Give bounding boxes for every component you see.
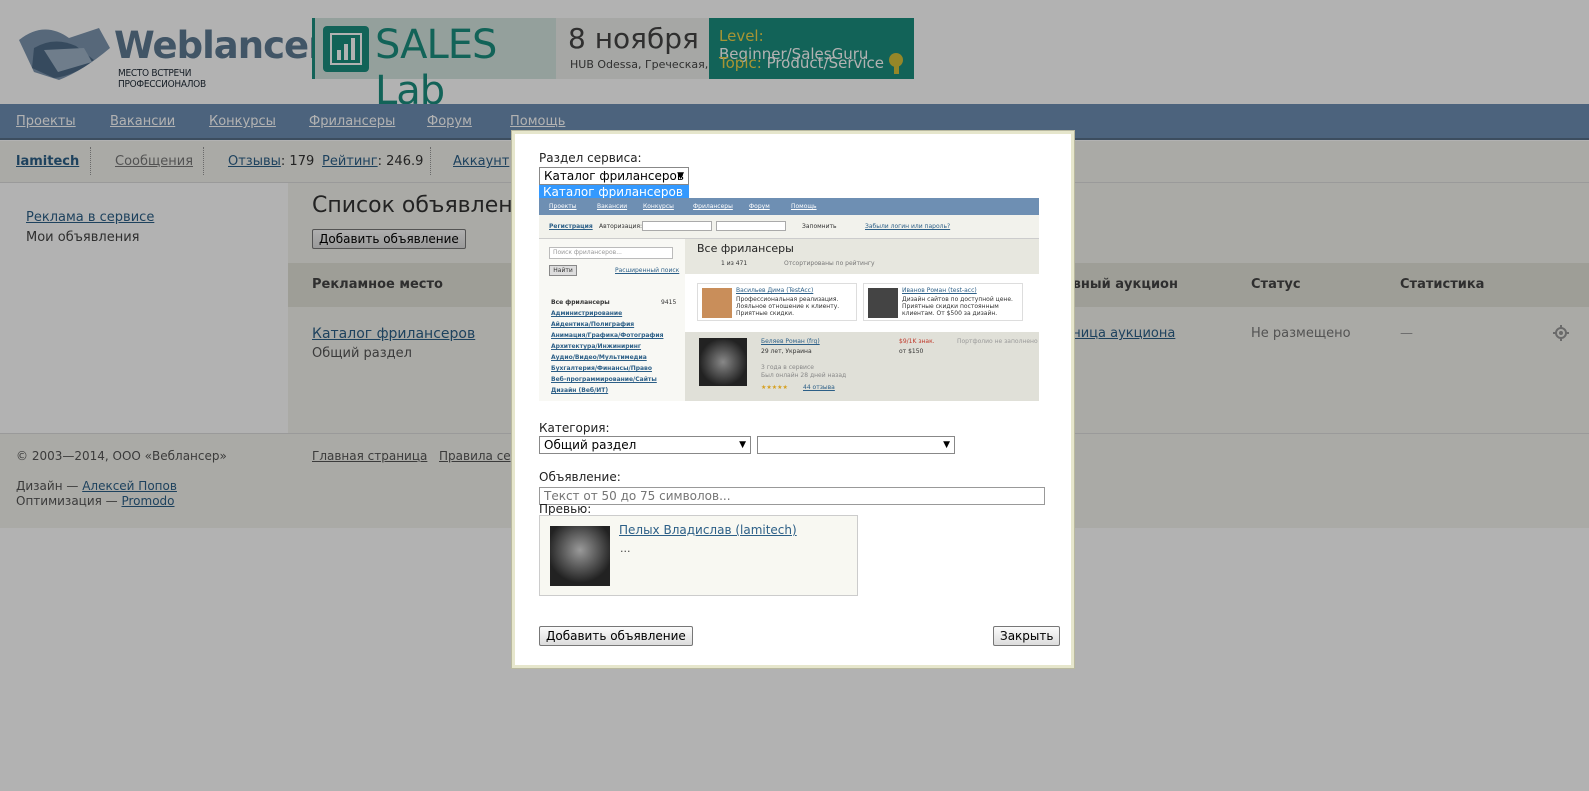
section-select[interactable]: Каталог фрилансеров ▼: [539, 167, 689, 185]
ad-text-input[interactable]: [539, 487, 1045, 505]
ad-label: Объявление:: [539, 470, 621, 484]
illustration-login-box: [642, 221, 712, 231]
illustration-avatar: [868, 288, 898, 318]
close-button[interactable]: Закрыть: [993, 626, 1061, 646]
illustration-card-name: Иванов Роман (test-acc): [902, 287, 977, 294]
illustration-card: Васильев Дима (TestAcc) Профессиональная…: [697, 283, 857, 321]
illustration-row-name: Беляев Роман (frg): [761, 338, 820, 345]
illustration-row-reviews: 44 отзыва: [803, 384, 835, 391]
illustration-nav-item: Конкурсы: [643, 203, 674, 210]
illustration-card-text: Дизайн сайтов по доступной цене. Приятны…: [902, 296, 1013, 317]
illustration-remember: Запомнить: [802, 223, 837, 230]
illustration-search: Поиск фрилансеров...: [549, 247, 673, 259]
illustration-category: Бухгалтерия/Финансы/Право: [551, 365, 652, 372]
illustration-nav: Проекты Вакансии Конкурсы Фрилансеры Фор…: [539, 198, 1039, 215]
illustration-category: Веб-программирование/Сайты: [551, 376, 657, 383]
preview-label: Превью:: [539, 502, 592, 516]
illustration-avatar: [702, 288, 732, 318]
illustration-row-price: $9/1K знак.: [899, 338, 935, 345]
illustration-register: Регистрация: [549, 223, 593, 230]
illustration-advanced: Расширенный поиск: [615, 267, 680, 274]
illustration-card-text: Профессиональная реализация. Лояльное от…: [736, 296, 840, 317]
illustration-row-price2: от $150: [899, 348, 924, 355]
chevron-down-icon: ▼: [677, 171, 684, 181]
illustration-find: Найти: [549, 265, 577, 276]
category-label: Категория:: [539, 421, 610, 435]
illustration-nav-item: Помощь: [791, 203, 817, 210]
add-ad-dialog: Раздел сервиса: Каталог фрилансеров ▼ Ка…: [512, 131, 1074, 668]
illustration-category: Администрирование: [551, 310, 623, 317]
ad-preview: Пелых Владислав (lamitech) ...: [539, 515, 858, 596]
section-label: Раздел сервиса:: [539, 151, 642, 165]
preview-text: ...: [620, 542, 631, 555]
illustration-category: Дизайн (Веб/ИТ): [551, 387, 609, 394]
illustration-auth: Авторизация:: [599, 223, 642, 230]
submit-ad-button[interactable]: Добавить объявление: [539, 626, 693, 646]
illustration-stars: ★★★★★: [761, 384, 788, 391]
category-select[interactable]: Общий раздел ▼: [539, 436, 751, 454]
section-select-value: Каталог фрилансеров: [544, 169, 684, 183]
illustration-row-exp: 3 года в сервисе: [761, 364, 814, 371]
illustration-all-count: 9415: [661, 299, 677, 306]
illustration-sidebar: Поиск фрилансеров... Найти Расширенный п…: [539, 239, 685, 401]
illustration-card: Иванов Роман (test-acc) Дизайн сайтов по…: [863, 283, 1023, 321]
illustration-category: Анимация/Графика/Фотография: [551, 332, 664, 339]
preview-name-link[interactable]: Пелых Владислав (lamitech): [619, 523, 797, 537]
illustration-avatar: [699, 338, 747, 386]
illustration-row-meta: 29 лет, Украина: [761, 348, 812, 355]
chevron-down-icon: ▼: [739, 440, 746, 450]
chevron-down-icon: ▼: [943, 440, 950, 450]
placement-illustration: Проекты Вакансии Конкурсы Фрилансеры Фор…: [539, 198, 1039, 401]
illustration-nav-item: Фрилансеры: [693, 203, 733, 210]
illustration-category: Архитектура/Инжиниринг: [551, 343, 642, 350]
illustration-forgot: Забыли логин или пароль?: [865, 223, 951, 230]
illustration-userbar: Регистрация Авторизация: Запомнить Забыл…: [539, 215, 1039, 239]
illustration-row-portfolio: Портфолио не заполнено: [957, 338, 1038, 345]
illustration-nav-item: Вакансии: [597, 203, 628, 210]
illustration-title: Все фрилансеры: [697, 242, 794, 255]
illustration-card-name: Васильев Дима (TestAcc): [736, 287, 814, 294]
illustration-pager: 1 из 471: [721, 260, 748, 267]
illustration-password-box: [716, 221, 786, 231]
avatar: [550, 526, 610, 586]
illustration-sorted: Отсортированы по рейтингу: [784, 260, 875, 267]
illustration-category: Айдентика/Полиграфия: [551, 321, 635, 328]
subcategory-select[interactable]: ▼: [757, 436, 955, 454]
category-select-value: Общий раздел: [544, 438, 637, 452]
illustration-category: Аудио/Видео/Мультимедиа: [551, 354, 647, 361]
illustration-row: Беляев Роман (frg) 29 лет, Украина 3 год…: [685, 332, 1039, 401]
illustration-nav-item: Проекты: [549, 203, 577, 210]
illustration-all: Все фрилансеры: [551, 299, 610, 306]
illustration-row-online: Был онлайн 28 дней назад: [761, 372, 847, 379]
illustration-nav-item: Форум: [749, 203, 770, 210]
